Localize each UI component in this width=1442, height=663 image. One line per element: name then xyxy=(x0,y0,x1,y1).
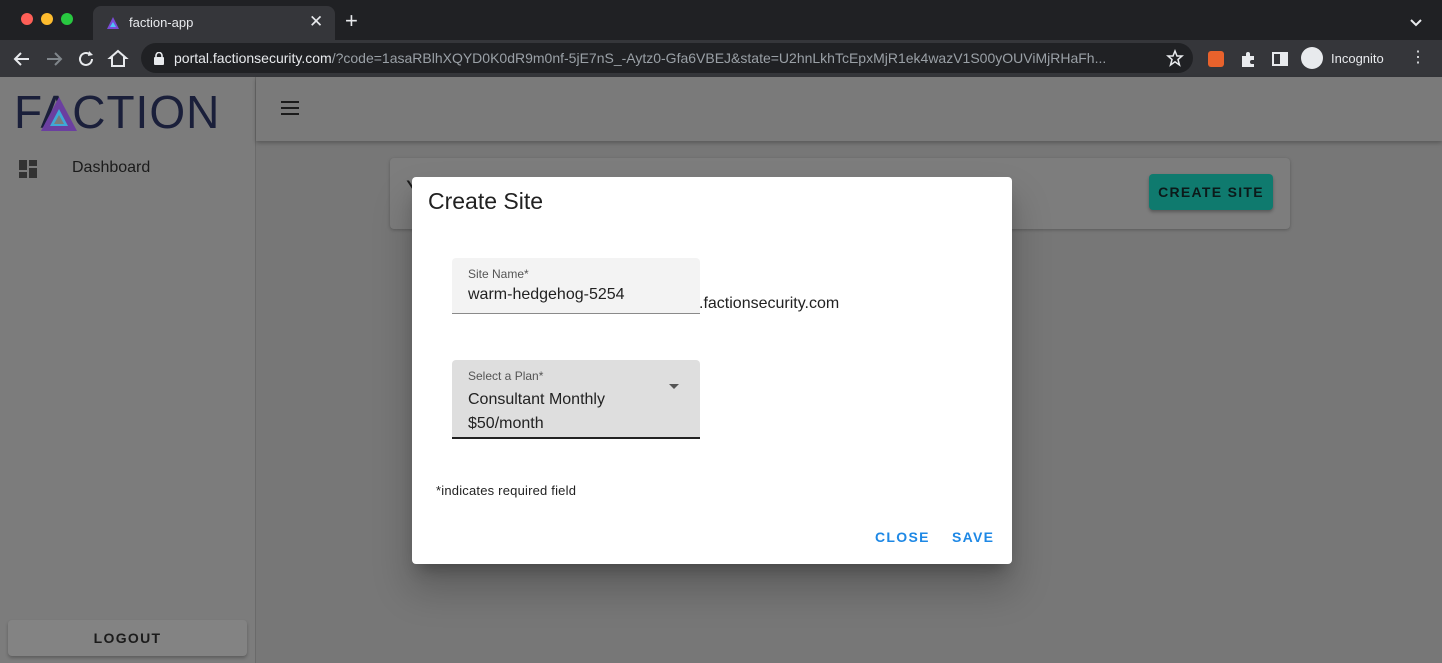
logout-button[interactable]: LOGOUT xyxy=(8,620,247,656)
extension-icon[interactable] xyxy=(1208,51,1224,67)
tab-close-icon[interactable]: ✕ xyxy=(309,12,323,32)
back-arrow-icon[interactable] xyxy=(11,48,33,70)
site-name-input[interactable]: warm-hedgehog-5254 xyxy=(468,286,625,304)
forward-arrow-icon[interactable] xyxy=(43,48,65,70)
browser-tab-strip: faction-app ✕ + xyxy=(0,0,1442,40)
url-text: portal.factionsecurity.com/?code=1asaRBl… xyxy=(174,50,1149,66)
browser-toolbar: portal.factionsecurity.com/?code=1asaRBl… xyxy=(0,40,1442,77)
sidebar-item-label: Dashboard xyxy=(72,159,151,176)
window-zoom-button[interactable] xyxy=(61,13,73,25)
new-tab-button[interactable]: + xyxy=(345,8,358,34)
extensions-puzzle-icon[interactable] xyxy=(1237,48,1259,70)
incognito-label[interactable]: Incognito xyxy=(1331,51,1384,66)
url-path: /?code=1asaRBlhXQYD0K0dR9m0nf-5jE7nS_-Ay… xyxy=(331,50,1107,66)
lock-icon xyxy=(154,52,164,65)
required-field-note: *indicates required field xyxy=(436,483,577,498)
browser-menu-icon[interactable]: ⋮ xyxy=(1410,50,1426,66)
url-host: portal.factionsecurity.com xyxy=(174,50,332,66)
side-panel-icon[interactable] xyxy=(1269,48,1291,70)
app-header xyxy=(256,77,1442,141)
browser-tab[interactable]: faction-app ✕ xyxy=(93,6,335,40)
reload-icon[interactable] xyxy=(75,48,97,70)
faction-logo: FACTION xyxy=(14,87,224,137)
save-button[interactable]: SAVE xyxy=(952,529,994,545)
incognito-icon[interactable] xyxy=(1301,47,1323,69)
site-name-label: Site Name* xyxy=(468,267,529,281)
dropdown-caret-icon xyxy=(669,384,679,389)
domain-suffix: .factionsecurity.com xyxy=(699,295,840,312)
create-site-dialog: Create Site Site Name* warm-hedgehog-525… xyxy=(412,177,1012,564)
address-bar[interactable]: portal.factionsecurity.com/?code=1asaRBl… xyxy=(141,43,1193,73)
plan-selected-value: Consultant Monthly $50/month xyxy=(468,391,605,432)
home-icon[interactable] xyxy=(107,48,129,70)
close-button[interactable]: CLOSE xyxy=(875,529,930,545)
dialog-title: Create Site xyxy=(428,188,544,214)
window-minimize-button[interactable] xyxy=(41,13,53,25)
create-site-button[interactable]: CREATE SITE xyxy=(1149,174,1273,210)
window-close-button[interactable] xyxy=(21,13,33,25)
dashboard-icon xyxy=(19,160,37,178)
bookmark-star-icon[interactable] xyxy=(1166,49,1184,67)
logo-triangle-icon xyxy=(41,97,77,131)
site-name-field[interactable]: Site Name* warm-hedgehog-5254 xyxy=(452,258,700,314)
sidebar: FACTION Dashboard LOGOUT xyxy=(0,77,256,663)
tab-title: faction-app xyxy=(129,15,194,30)
plan-label: Select a Plan* xyxy=(468,369,544,383)
tab-search-chevron-icon[interactable] xyxy=(1406,12,1426,32)
plan-select[interactable]: Select a Plan* Consultant Monthly $50/mo… xyxy=(452,360,700,439)
faction-favicon-icon xyxy=(107,17,119,29)
hamburger-menu-icon[interactable] xyxy=(281,101,299,115)
